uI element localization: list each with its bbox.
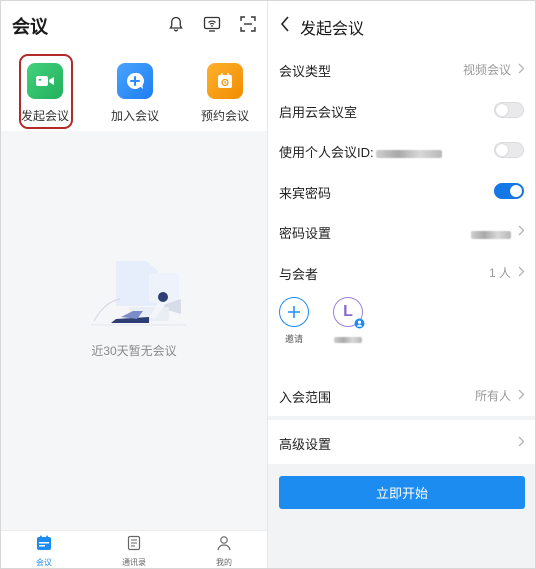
start-meeting-header: 发起会议: [268, 1, 535, 49]
empty-state-text: 近30天暂无会议: [91, 344, 177, 358]
tab-meetings-label: 会议: [36, 558, 52, 567]
guest-password-toggle[interactable]: [494, 182, 524, 199]
cloud-room-toggle[interactable]: [494, 101, 524, 118]
page-title: 会议: [12, 17, 48, 37]
join-scope-row[interactable]: 入会范围 所有人: [268, 375, 535, 416]
redacted-password: [471, 227, 511, 241]
schedule-meeting-action[interactable]: 预约会议: [190, 55, 260, 129]
meeting-tab-icon: [37, 535, 51, 550]
password-settings-row[interactable]: 密码设置: [268, 211, 535, 252]
chevron-right-icon: [518, 436, 525, 447]
join-scope-value: 所有人: [474, 389, 511, 403]
screen-share-icon[interactable]: [203, 15, 221, 33]
participant-name: [328, 334, 368, 344]
calendar-icon: [207, 63, 243, 99]
bottom-tab-bar: 会议 通讯录 我的: [1, 530, 267, 568]
scan-icon[interactable]: [239, 15, 257, 33]
tab-contacts[interactable]: 通讯录: [104, 535, 164, 568]
cloud-room-row: 启用云会议室: [268, 90, 535, 131]
page-title: 发起会议: [300, 21, 365, 38]
start-meeting-screen: 发起会议 会议类型 视频会议 启用云会议室 使用个人会议ID: 来宾密码 密码设…: [268, 1, 535, 568]
settings-list: 会议类型 视频会议 启用云会议室 使用个人会议ID: 来宾密码 密码设置 与会者…: [268, 49, 535, 416]
participants-row[interactable]: 与会者 1 人: [268, 252, 535, 293]
personal-id-toggle[interactable]: [494, 142, 524, 158]
participant-avatar[interactable]: L: [328, 297, 368, 344]
participants-list: 邀请 L: [268, 292, 535, 375]
empty-illustration: [91, 261, 186, 326]
back-arrow-icon[interactable]: [280, 16, 290, 32]
plus-icon: [279, 297, 309, 327]
tab-meetings[interactable]: 会议: [14, 535, 74, 568]
start-now-button[interactable]: 立即开始: [279, 476, 525, 509]
tab-profile-label: 我的: [216, 558, 232, 567]
meeting-type-row[interactable]: 会议类型 视频会议: [268, 49, 535, 90]
redacted-id: [375, 149, 442, 158]
invite-label: 邀请: [284, 334, 303, 344]
chevron-right-icon: [518, 389, 525, 400]
personal-id-row: 使用个人会议ID:: [268, 130, 535, 171]
advanced-settings-label: 高级设置: [279, 437, 332, 452]
chevron-right-icon: [518, 225, 525, 236]
avatar: L: [333, 297, 365, 329]
guest-password-label: 来宾密码: [279, 185, 332, 201]
profile-tab-icon: [217, 536, 231, 551]
meeting-type-label: 会议类型: [279, 64, 332, 79]
meetings-header: 会议 发起会议 加入会议 预约会议: [1, 1, 267, 131]
join-meeting-action[interactable]: 加入会议: [100, 55, 170, 129]
host-badge-icon: [354, 318, 365, 329]
participants-count: 1 人: [488, 265, 511, 280]
highlight-box: [19, 54, 73, 129]
meetings-screen: 会议 发起会议 加入会议 预约会议 近30天暂无会议 会议 通讯录 我的: [1, 1, 267, 568]
password-settings-label: 密码设置: [279, 226, 332, 241]
personal-id-label: 使用个人会议ID:: [279, 142, 442, 161]
chevron-right-icon: [518, 63, 525, 74]
chevron-right-icon: [518, 266, 525, 276]
plus-icon: [117, 63, 153, 99]
schedule-meeting-label: 预约会议: [200, 109, 249, 123]
tab-profile[interactable]: 我的: [194, 535, 254, 568]
tab-contacts-label: 通讯录: [122, 558, 146, 567]
invite-button[interactable]: 邀请: [274, 297, 314, 345]
bell-icon[interactable]: [167, 15, 185, 33]
avatar-letter: L: [343, 303, 353, 320]
participants-label: 与会者: [279, 266, 319, 282]
guest-password-row: 来宾密码: [268, 171, 535, 212]
meeting-type-value: 视频会议: [462, 63, 511, 77]
join-meeting-label: 加入会议: [110, 109, 159, 123]
join-scope-label: 入会范围: [279, 390, 332, 405]
contacts-tab-icon: [127, 535, 141, 551]
cloud-room-label: 启用云会议室: [279, 104, 358, 120]
advanced-settings-row[interactable]: 高级设置: [268, 420, 535, 464]
